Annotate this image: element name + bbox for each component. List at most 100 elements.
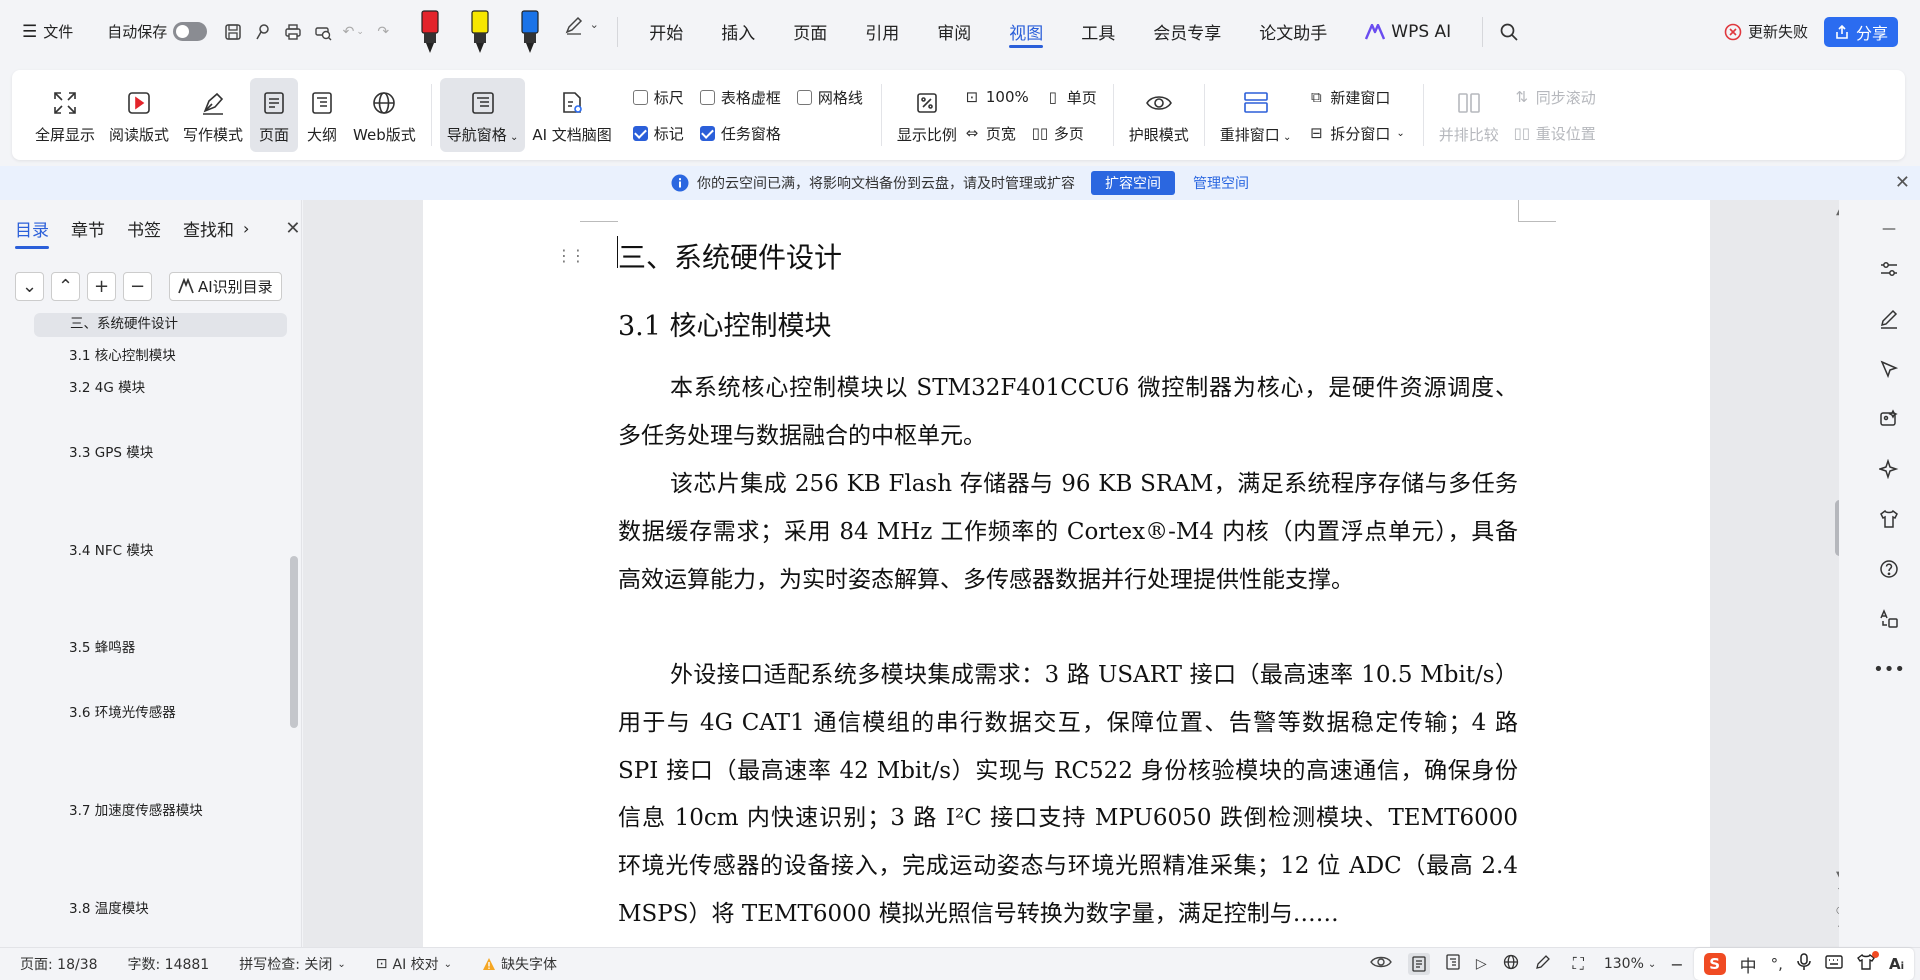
skin-icon[interactable] xyxy=(1857,951,1879,974)
chevron-down-icon[interactable]: ⌄ xyxy=(15,271,44,301)
tab-insert[interactable]: 插入 xyxy=(702,0,774,63)
minus-icon[interactable]: − xyxy=(123,271,152,301)
gridlines-checkbox[interactable]: 网格线 xyxy=(796,87,863,108)
document-scrollbar[interactable] xyxy=(1835,500,1839,556)
pen-settings-icon[interactable]: ⌄ xyxy=(557,11,605,39)
translate-icon[interactable] xyxy=(1876,606,1902,632)
toc-item-3-1[interactable]: 3.1 核心控制模块 xyxy=(69,344,176,364)
fullscreen-button[interactable]: 全屏显示 xyxy=(28,78,102,152)
tab-view[interactable]: 视图 xyxy=(990,0,1062,63)
microphone-icon[interactable] xyxy=(1797,953,1811,975)
new-window-button[interactable]: ⧉ 新建窗口 xyxy=(1308,80,1404,114)
save-icon[interactable] xyxy=(219,18,247,46)
file-menu[interactable]: ☰ 文件 xyxy=(22,21,73,42)
toc-item-3-4[interactable]: 3.4 NFC 模块 xyxy=(69,539,153,559)
multi-page-button[interactable]: ▯▯ 多页 xyxy=(1032,123,1084,144)
reading-mode-button[interactable]: 阅读版式 xyxy=(102,78,176,152)
toc-item-3-2[interactable]: 3.2 4G 模块 xyxy=(69,376,145,396)
tab-references[interactable]: 引用 xyxy=(846,0,918,63)
blue-pen-icon[interactable] xyxy=(507,7,553,57)
tab-wps-ai[interactable]: WPS AI xyxy=(1346,0,1470,63)
markup-checkbox[interactable]: 标记 xyxy=(632,123,684,144)
word-count[interactable]: 字数: 14881 xyxy=(128,954,210,974)
toc-item-3-8[interactable]: 3.8 温度模块 xyxy=(69,897,149,917)
shirt-icon[interactable] xyxy=(1876,506,1902,532)
sparkle-icon[interactable] xyxy=(1876,456,1902,482)
write-mode-icon[interactable] xyxy=(1535,954,1551,974)
document-page[interactable]: ⋮⋮ 三、系统硬件设计 3.1 核心控制模块 本系统核心控制模块以 STM32F… xyxy=(423,200,1710,947)
zoom-100-button[interactable]: ⊡ 100% xyxy=(964,88,1029,106)
single-page-button[interactable]: ▯ 单页 xyxy=(1045,87,1097,108)
toc-item-3-5[interactable]: 3.5 蜂鸣器 xyxy=(69,636,135,656)
page-indicator[interactable]: 页面: 18/38 xyxy=(20,954,98,974)
split-window-button[interactable]: ⊟ 拆分窗口 ⌄ xyxy=(1308,116,1405,150)
chevron-right-icon[interactable]: › xyxy=(243,219,249,238)
autosave-control[interactable]: 自动保存 xyxy=(107,21,208,42)
share-link-icon[interactable] xyxy=(249,18,277,46)
zoom-out-icon[interactable]: − xyxy=(1670,955,1683,974)
expand-storage-button[interactable]: 扩容空间 xyxy=(1091,171,1175,195)
missing-fonts-warning[interactable]: 缺失字体 xyxy=(482,954,557,974)
ai-assistant-icon[interactable]: Ai xyxy=(1889,955,1904,973)
next-page-icon[interactable]: ⌄ xyxy=(1836,920,1839,931)
web-view-icon[interactable] xyxy=(1503,954,1519,974)
sliders-icon[interactable] xyxy=(1876,256,1902,282)
ai-mindmap-button[interactable]: AI 文档脑图 xyxy=(525,78,618,152)
tab-member[interactable]: 会员专享 xyxy=(1134,0,1240,63)
task-pane-checkbox[interactable]: 任务窗格 xyxy=(699,123,781,144)
toc-item-3-7[interactable]: 3.7 加速度传感器模块 xyxy=(69,799,203,819)
more-icon[interactable]: ••• xyxy=(1873,656,1905,682)
page-width-button[interactable]: ⇔ 页宽 xyxy=(964,123,1016,144)
chevron-up-icon[interactable]: ⌃ xyxy=(51,271,80,301)
scroll-down-icon[interactable]: ▼ xyxy=(1836,870,1839,881)
nav-tab-bookmarks[interactable]: 书签 xyxy=(127,216,161,241)
prev-page-icon[interactable]: ⌃ xyxy=(1836,886,1839,897)
drag-handle-icon[interactable]: ⋮⋮ xyxy=(556,246,586,265)
eye-mode-icon[interactable] xyxy=(1370,954,1392,974)
minimize-icon[interactable]: — xyxy=(1876,216,1902,242)
help-icon[interactable] xyxy=(1876,556,1902,582)
toc-item-3-3[interactable]: 3.3 GPS 模块 xyxy=(69,441,153,461)
reset-position-button[interactable]: ▯▯ 重设位置 xyxy=(1514,116,1596,150)
ai-toc-button[interactable]: AI识别目录 xyxy=(169,271,282,301)
print-preview-icon[interactable] xyxy=(309,18,337,46)
zoom-level[interactable]: 130% ⌄ xyxy=(1604,956,1656,972)
red-pen-icon[interactable] xyxy=(407,7,453,57)
pencil-icon[interactable] xyxy=(1876,306,1902,332)
ruler-checkbox[interactable]: 标尺 xyxy=(632,87,684,108)
tab-home[interactable]: 开始 xyxy=(630,0,702,63)
web-layout-button[interactable]: Web版式 xyxy=(346,78,423,152)
outline-status-icon[interactable] xyxy=(1446,954,1460,974)
table-gridlines-checkbox[interactable]: 表格虚框 xyxy=(699,87,781,108)
toc-scrollbar[interactable] xyxy=(290,556,298,728)
keyboard-icon[interactable] xyxy=(1825,955,1843,973)
browse-object-icon[interactable]: ○ xyxy=(1836,905,1839,916)
page-view-button[interactable]: 页面 xyxy=(250,78,299,152)
side-by-side-button[interactable]: 并排比较 xyxy=(1432,78,1506,152)
tab-paper-assistant[interactable]: 论文助手 xyxy=(1240,0,1346,63)
undo-icon[interactable]: ↶ ⌄ xyxy=(339,18,367,46)
nav-pane-button[interactable]: 导航窗格 ⌄ xyxy=(439,78,526,152)
toc-item-3-6[interactable]: 3.6 环境光传感器 xyxy=(69,701,176,721)
toc-item-ch3[interactable]: 三、系统硬件设计 xyxy=(34,313,287,337)
close-notice-icon[interactable]: ✕ xyxy=(1895,172,1910,193)
spellcheck-status[interactable]: 拼写检查: 关闭 ⌄ xyxy=(239,954,346,974)
fit-page-icon[interactable]: ⛶ xyxy=(1573,954,1584,974)
ime-chinese-mode[interactable]: 中 xyxy=(1740,952,1757,977)
punctuation-icon[interactable]: °, xyxy=(1771,955,1783,973)
outline-button[interactable]: 大纲 xyxy=(298,78,346,152)
ai-proofread-button[interactable]: ⊡ AI 校对 ⌄ xyxy=(376,954,452,974)
writing-mode-button[interactable]: 写作模式 xyxy=(176,78,250,152)
add-icon[interactable]: + xyxy=(87,271,116,301)
print-icon[interactable] xyxy=(279,18,307,46)
page-view-status-icon[interactable] xyxy=(1407,953,1430,975)
autosave-toggle[interactable] xyxy=(173,22,208,41)
cursor-icon[interactable] xyxy=(1876,356,1902,382)
update-failed-status[interactable]: 更新失败 xyxy=(1724,21,1808,42)
sogou-logo-icon[interactable]: S xyxy=(1703,953,1726,975)
nav-tab-chapters[interactable]: 章节 xyxy=(71,216,105,241)
share-button[interactable]: 分享 xyxy=(1823,16,1898,47)
eye-protection-button[interactable]: 护眼模式 xyxy=(1122,78,1196,152)
play-icon[interactable]: ▷ xyxy=(1476,956,1487,972)
yellow-highlighter-icon[interactable] xyxy=(457,7,503,57)
